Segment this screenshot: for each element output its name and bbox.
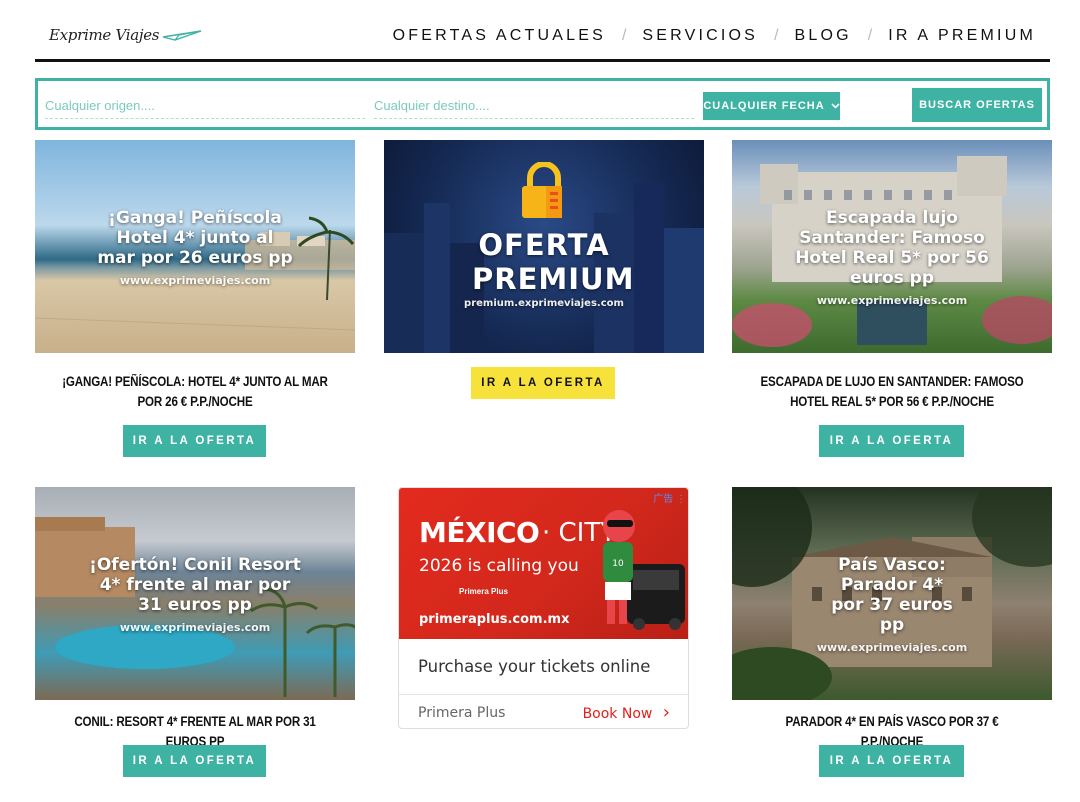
nav-separator: / — [621, 27, 627, 44]
overlay-title: ¡Ofertón! Conil Resort 4* frente al mar … — [89, 555, 301, 615]
nav-ofertas-actuales[interactable]: OFERTAS ACTUALES — [393, 27, 606, 45]
nav-servicios[interactable]: SERVICIOS — [642, 27, 758, 45]
date-dropdown-label: CUALQUIER FECHA — [703, 100, 825, 112]
overlay-url: www.exprimeviajes.com — [119, 274, 271, 287]
image-overlay: OFERTA PREMIUM premium.exprimeviajes.com — [384, 228, 704, 309]
offer-title[interactable]: ¡GANGA! PEÑÍSCOLA: HOTEL 4* JUNTO AL MAR… — [57, 372, 332, 412]
ad-url[interactable]: primeraplus.com.mx — [419, 612, 569, 627]
ad-tagline: 2026 is calling you — [419, 556, 579, 576]
offer-image-peniscola[interactable]: ¡Ganga! Peñíscola Hotel 4* junto al mar … — [35, 140, 355, 353]
logo[interactable]: Exprime Viajes — [49, 22, 203, 48]
chevron-right-icon: › — [662, 702, 670, 723]
destination-input[interactable] — [374, 93, 694, 119]
ad-headline: MÉXICO — [419, 516, 540, 549]
overlay-url: www.exprimeviajes.com — [119, 621, 271, 634]
ir-a-la-oferta-button[interactable]: IR A LA OFERTA — [819, 745, 964, 777]
ir-a-la-oferta-button[interactable]: IR A LA OFERTA — [123, 425, 266, 457]
nav-ir-a-premium[interactable]: IR A PREMIUM — [888, 27, 1036, 45]
svg-text:10: 10 — [612, 559, 624, 569]
ad-advertiser: Primera Plus — [418, 704, 506, 721]
mascot-bus-illustration: 10 — [603, 510, 685, 630]
ir-a-la-oferta-button[interactable]: IR A LA OFERTA — [471, 367, 615, 399]
search-bar: CUALQUIER FECHA BUSCAR OFERTAS — [35, 78, 1050, 130]
ad-body[interactable]: Purchase your tickets online — [399, 639, 688, 695]
nav-separator: / — [774, 27, 779, 44]
premium-overlay-title: OFERTA PREMIUM — [472, 228, 635, 296]
ad-banner[interactable]: 广告 ⋮ MÉXICO · CITY 2026 is calling you P… — [399, 488, 688, 639]
offer-image-santander[interactable]: Escapada lujo Santander: Famoso Hotel Re… — [732, 140, 1052, 353]
book-now-label: Book Now — [582, 706, 653, 722]
overlay-url: www.exprimeviajes.com — [816, 294, 968, 307]
offer-title[interactable]: ESCAPADA DE LUJO EN SANTANDER: FAMOSO HO… — [754, 372, 1029, 412]
overlay-title: ¡Ganga! Peñíscola Hotel 4* junto al mar … — [97, 208, 293, 268]
overlay-title: Escapada lujo Santander: Famoso Hotel Re… — [795, 208, 989, 288]
ad-brand-mark: Primera Plus — [459, 587, 508, 596]
advertisement[interactable]: 广告 ⋮ MÉXICO · CITY 2026 is calling you P… — [398, 487, 689, 729]
date-dropdown[interactable]: CUALQUIER FECHA — [703, 92, 840, 120]
main-nav: OFERTAS ACTUALES / SERVICIOS / BLOG / IR… — [393, 27, 1036, 45]
logo-text: Exprime Viajes — [49, 26, 160, 44]
ir-a-la-oferta-button[interactable]: IR A LA OFERTA — [123, 745, 266, 777]
ad-footer: Primera Plus Book Now › — [399, 695, 688, 728]
origin-input[interactable] — [45, 93, 365, 119]
site-header: Exprime Viajes OFERTAS ACTUALES / SERVIC… — [35, 0, 1050, 62]
image-overlay: Escapada lujo Santander: Famoso Hotel Re… — [732, 208, 1052, 307]
image-overlay: ¡Ganga! Peñíscola Hotel 4* junto al mar … — [35, 208, 355, 287]
overlay-url: premium.exprimeviajes.com — [464, 298, 624, 309]
ir-a-la-oferta-button[interactable]: IR A LA OFERTA — [819, 425, 964, 457]
offer-image-pais-vasco[interactable]: País Vasco: Parador 4* por 37 euros pp w… — [732, 487, 1052, 700]
paper-plane-icon — [163, 30, 202, 41]
offer-image-conil[interactable]: ¡Ofertón! Conil Resort 4* frente al mar … — [35, 487, 355, 700]
overlay-title: País Vasco: Parador 4* por 37 euros pp — [831, 555, 953, 635]
lock-icon — [520, 161, 568, 225]
image-overlay: ¡Ofertón! Conil Resort 4* frente al mar … — [35, 555, 355, 634]
image-overlay: País Vasco: Parador 4* por 37 euros pp w… — [732, 555, 1052, 654]
nav-separator: / — [867, 27, 873, 44]
book-now-link[interactable]: Book Now › — [583, 702, 670, 723]
buscar-ofertas-button[interactable]: BUSCAR OFERTAS — [912, 88, 1042, 122]
chevron-down-icon — [831, 103, 840, 109]
nav-blog[interactable]: BLOG — [795, 27, 852, 45]
overlay-url: www.exprimeviajes.com — [816, 641, 968, 654]
offer-image-premium[interactable]: OFERTA PREMIUM premium.exprimeviajes.com — [384, 140, 704, 353]
